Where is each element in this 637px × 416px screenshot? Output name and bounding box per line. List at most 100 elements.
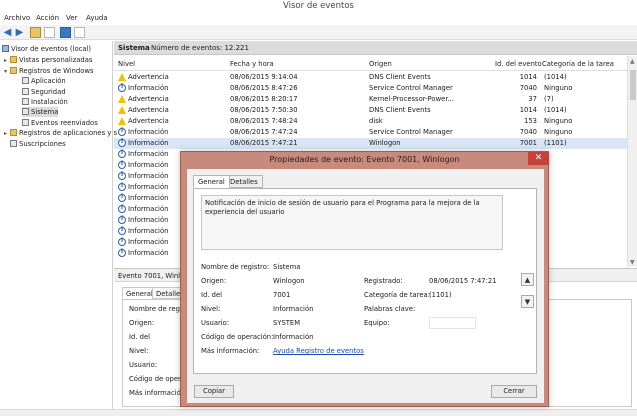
tree-item-windows-logs[interactable]: ▾ Registros de Windows [4,66,94,76]
log-icon [22,108,29,115]
source-value: Winlogon [273,277,305,285]
tree-item-setup[interactable]: Instalación [22,97,68,107]
menu-archivo[interactable]: Archivo [4,14,30,22]
column-nivel[interactable]: Nivel [118,60,135,68]
log-icon [22,119,29,126]
row-category: Ninguno [544,84,573,92]
table-row[interactable]: Advertencia 08/06/2015 7:48:24 disk 153 Ning… [114,116,627,127]
computer-value-box [429,317,476,329]
event-list-scrollbar[interactable]: ▲ ▼ [627,56,637,267]
column-id[interactable]: Id. del evento [495,60,542,68]
column-headers: Nivel Fecha y hora Origen Id. del evento… [114,56,627,71]
menu-bar: Archivo Acción Ver Ayuda [0,12,637,25]
row-level: Información [128,194,169,202]
row-category: (1101) [544,139,567,147]
row-event-id: 37 [528,95,537,103]
tree-label: Registros de Windows [19,67,94,75]
row-event-id: 1014 [519,106,537,114]
folder-icon [10,67,17,74]
tree-item-app-logs[interactable]: ▸ Registros de aplicaciones y s [4,128,117,138]
scroll-up-icon[interactable]: ▲ [630,58,635,65]
computer-label: Equipo: [364,319,390,327]
detail-label: Usuario: [129,361,158,369]
info-icon [118,193,126,202]
tree-item-subscriptions[interactable]: Suscripciones [4,139,66,149]
log-icon [22,88,29,95]
scroll-thumb[interactable] [630,70,636,100]
column-origen[interactable]: Origen [369,60,392,68]
tree-item-root[interactable]: Visor de eventos (local) [2,44,91,54]
column-fecha[interactable]: Fecha y hora [230,60,274,68]
properties-icon[interactable] [74,27,85,38]
dialog-tab-general[interactable]: General [193,175,230,188]
table-row[interactable]: Información08/06/2015 7:47:24Service Con… [114,127,627,138]
column-categoria[interactable]: Categoría de la tarea [542,60,614,68]
row-category: (1014) [544,106,567,114]
dialog-title: Propiedades de evento: Evento 7001, Winl… [269,155,460,164]
menu-accion[interactable]: Acción [36,14,59,22]
tree-label: Visor de eventos (local) [11,45,92,53]
row-category: Ninguno [544,117,573,125]
logged-label: Registrado: [364,277,403,285]
tree-item-application[interactable]: Aplicación [22,76,66,86]
row-level: Información [128,205,169,213]
event-count: Número de eventos: 12.221 [151,44,249,52]
folder-icon[interactable] [30,27,41,38]
row-level: Información [128,216,169,224]
row-event-id: 1014 [519,73,537,81]
table-row[interactable]: Advertencia 08/06/2015 9:14:04 DNS Client … [114,72,627,83]
dialog-body: General Detalles Notificación de inicio … [187,169,544,403]
opcode-label: Código de operación: [201,333,274,341]
dialog-tab-details[interactable]: Detalles [225,175,263,188]
more-info-link[interactable]: Ayuda Registro de eventos [273,347,364,355]
table-row[interactable]: Advertencia 08/06/2015 8:20:17 Kernel-Proc… [114,94,627,105]
row-category: Ninguno [544,128,573,136]
event-properties-dialog: Propiedades de evento: Evento 7001, Winl… [180,151,549,407]
navigation-tree: Visor de eventos (local) ▸ Vistas persona… [0,41,117,409]
previous-event-icon[interactable]: ▲ [521,273,534,286]
menu-ver[interactable]: Ver [66,14,77,22]
detail-label: Id. del [129,333,151,341]
dialog-close-icon[interactable]: ✕ [528,152,549,165]
tree-item-custom-views[interactable]: ▸ Vistas personalizadas [4,55,92,65]
row-level: Información [128,161,169,169]
tree-label: Eventos reenviados [31,119,98,127]
event-message[interactable]: Notificación de inicio de sesión de usua… [201,195,503,250]
info-icon [118,182,126,191]
task-category-value: (1101) [429,291,452,299]
copy-button[interactable]: Copiar [194,385,234,398]
next-event-icon[interactable]: ▼ [521,295,534,308]
table-row[interactable]: Información08/06/2015 7:47:21Winlogon700… [114,138,627,149]
log-header: Sistema Número de eventos: 12.221 [114,41,637,55]
menu-ayuda[interactable]: Ayuda [86,14,108,22]
folder-icon [10,56,17,63]
row-level: Información [128,183,169,191]
row-level: Información [128,150,169,158]
back-arrow-icon[interactable]: ◀ [2,27,13,38]
tree-item-security[interactable]: Seguridad [22,87,66,97]
keywords-label: Palabras clave: [364,305,416,313]
close-button[interactable]: Cerrar [491,385,537,398]
forward-arrow-icon[interactable]: ▶ [14,27,25,38]
row-event-id: 7001 [519,139,537,147]
info-icon [118,149,126,158]
tree-item-forwarded[interactable]: Eventos reenviados [22,118,98,128]
console-tree-icon[interactable] [44,27,55,38]
scroll-down-icon[interactable]: ▼ [630,259,635,266]
event-id-label: Id. del [201,291,223,299]
tree-label: Seguridad [31,88,66,96]
detail-label: Origen: [129,319,155,327]
dialog-general-panel: Notificación de inicio de sesión de usua… [193,188,537,374]
help-icon[interactable] [60,27,71,38]
tree-label: Vistas personalizadas [19,56,93,64]
info-icon [118,237,126,246]
tree-item-system[interactable]: Sistema [22,107,59,117]
computer-icon [2,45,9,52]
toolbar: ◀ ▶ [0,25,637,40]
table-row[interactable]: Advertencia 08/06/2015 7:50:30 DNS Client … [114,105,627,116]
table-row[interactable]: Información08/06/2015 8:47:26Service Con… [114,83,627,94]
tree-label: Aplicación [31,77,66,85]
info-icon [118,226,126,235]
user-label: Usuario: [201,319,230,327]
tree-label: Suscripciones [19,140,66,148]
